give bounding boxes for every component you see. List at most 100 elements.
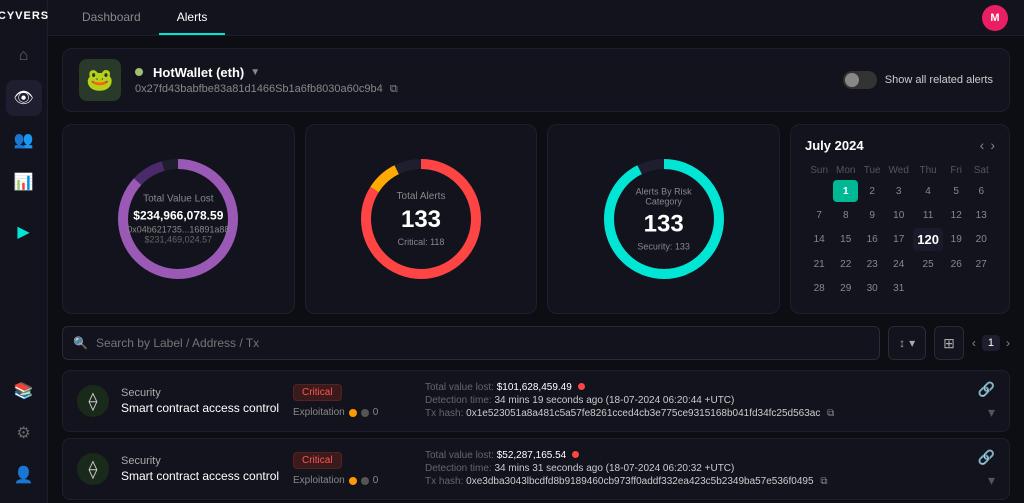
wallet-info: HotWallet (eth) ▼ 0x27fd43babfbe83a81d14… — [135, 65, 398, 96]
cal-cell: 29 — [833, 277, 858, 299]
cal-day-fri: Fri — [945, 163, 968, 178]
brand-logo: CYVERS — [0, 10, 49, 22]
grid-icon: ⊞ — [943, 335, 955, 352]
cal-day-sat: Sat — [969, 163, 993, 178]
cal-cell[interactable]: 120 — [913, 228, 943, 251]
exploit-label-2: Exploitation — [293, 475, 345, 486]
alert-actions-2: 🔗 ▾ — [978, 449, 995, 489]
cal-cell — [913, 277, 943, 299]
chain-dot — [135, 68, 143, 76]
alert-details-2: Total value lost: $52,287,165.54 Detecti… — [425, 450, 966, 489]
tab-alerts[interactable]: Alerts — [159, 0, 226, 35]
cal-cell: 30 — [860, 277, 884, 299]
calendar-next[interactable]: › — [990, 137, 995, 153]
external-link-icon-2[interactable]: 🔗 — [978, 449, 995, 466]
cal-day-sun: Sun — [807, 163, 831, 178]
user-avatar[interactable]: M — [982, 5, 1008, 31]
pagination-prev[interactable]: ‹ — [972, 336, 976, 350]
calendar-prev[interactable]: ‹ — [980, 137, 985, 153]
sidebar-user[interactable]: 👤 — [6, 457, 42, 493]
total-alerts-donut: Total Alerts 133 Critical: 118 — [356, 154, 486, 284]
total-value-donut: Total Value Lost $234,966,078.59 0x04b62… — [113, 154, 243, 284]
cal-cell: 13 — [969, 204, 993, 226]
tab-dashboard[interactable]: Dashboard — [64, 0, 159, 35]
dot-count-2: 0 — [373, 475, 379, 486]
external-link-icon-1[interactable]: 🔗 — [978, 381, 995, 398]
total-alerts-card: Total Alerts 133 Critical: 118 — [305, 124, 538, 314]
alert-severity-1: Critical Exploitation 0 — [293, 384, 413, 418]
pagination-next[interactable]: › — [1006, 336, 1010, 350]
show-alerts-label: Show all related alerts — [885, 74, 993, 86]
chevron-down-icon[interactable]: ▼ — [250, 67, 260, 78]
cal-cell: 19 — [945, 228, 968, 251]
alert-row-2: ⟠ Security Smart contract access control… — [62, 438, 1010, 500]
total-value-center: Total Value Lost $234,966,078.59 0x04b62… — [127, 193, 229, 244]
cal-cell: 7 — [807, 204, 831, 226]
alerts-risk-label: Alerts By Risk Category — [631, 187, 696, 207]
wallet-left: 🐸 HotWallet (eth) ▼ 0x27fd43babfbe83a81d… — [79, 59, 398, 101]
sidebar-book[interactable]: 📚 — [6, 373, 42, 409]
alert-main-2: Security Smart contract access control — [121, 455, 281, 483]
search-input[interactable] — [96, 336, 869, 350]
alert-detection-2: 34 mins 31 seconds ago (18-07-2024 06:20… — [494, 463, 734, 474]
sidebar: CYVERS ⌂ 👁 👥 📊 ▶ 📚 ⚙ 👤 — [0, 0, 48, 503]
detail-detection-row-1: Detection time: 34 mins 19 seconds ago (… — [425, 395, 966, 406]
alert-type-1: Smart contract access control — [121, 401, 281, 415]
grid-view-button[interactable]: ⊞ — [934, 326, 964, 360]
show-alerts-toggle[interactable] — [843, 71, 877, 89]
cal-cell: 10 — [886, 204, 911, 226]
alert-amount-1: $101,628,459.49 — [497, 382, 585, 393]
copy-tx-icon-2[interactable]: ⧉ — [820, 476, 827, 487]
cal-cell: 11 — [913, 204, 943, 226]
dot-2 — [361, 409, 369, 417]
total-alerts-label: Total Alerts — [397, 191, 446, 202]
filter-label: ▾ — [909, 336, 915, 350]
cal-cell: 27 — [969, 253, 993, 275]
alerts-risk-donut: Alerts By Risk Category 133 Security: 13… — [599, 154, 729, 284]
cal-day-wed: Wed — [886, 163, 911, 178]
detail-value-row-2: Total value lost: $52,287,165.54 — [425, 450, 966, 461]
toggle-knob — [845, 73, 859, 87]
search-icon: 🔍 — [73, 336, 88, 350]
cal-cell[interactable]: 1 — [833, 180, 858, 202]
topbar-right: M — [982, 5, 1008, 31]
alert-amount-2: $52,287,165.54 — [497, 450, 579, 461]
alert-type-2: Smart contract access control — [121, 469, 281, 483]
copy-icon[interactable]: ⧉ — [390, 83, 398, 95]
main-content: Dashboard Alerts M 🐸 HotWallet (eth) ▼ — [48, 0, 1024, 503]
expand-icon-1[interactable]: ▾ — [988, 404, 995, 421]
wallet-address: 0x27fd43babfbe83a81d1466Sb1a6fb8030a60c9… — [135, 83, 398, 96]
sidebar-eye[interactable]: 👁 — [6, 80, 42, 116]
pagination: ‹ 1 › — [972, 335, 1010, 351]
total-alerts-value: 133 — [397, 206, 446, 235]
alerts-risk-center: Alerts By Risk Category 133 Security: 13… — [631, 187, 696, 252]
sidebar-users[interactable]: 👥 — [6, 122, 42, 158]
wallet-name-label: HotWallet (eth) — [153, 65, 244, 80]
alert-eth-icon: ⟠ — [77, 385, 109, 417]
alerts-risk-card: Alerts By Risk Category 133 Security: 13… — [547, 124, 780, 314]
alert-row: ⟠ Security Smart contract access control… — [62, 370, 1010, 432]
expand-icon-2[interactable]: ▾ — [988, 472, 995, 489]
dot-count-1: 0 — [373, 407, 379, 418]
total-value-sub1: 0x04b621735...16891a88 — [127, 225, 229, 235]
alerts-risk-sub: Security: 133 — [631, 241, 696, 251]
detail-detection-row-2: Detection time: 34 mins 31 seconds ago (… — [425, 463, 966, 474]
alert-details-1: Total value lost: $101,628,459.49 Detect… — [425, 382, 966, 421]
exploit-dots-1: Exploitation 0 — [293, 407, 413, 418]
page-number[interactable]: 1 — [982, 335, 1000, 351]
filter-button[interactable]: ↕ ▾ — [888, 326, 926, 360]
total-value-amount: $234,966,078.59 — [127, 208, 229, 222]
sidebar-settings[interactable]: ⚙ — [6, 415, 42, 451]
alerts-risk-value: 133 — [631, 211, 696, 240]
cal-cell: 12 — [945, 204, 968, 226]
alert-category-2: Security — [121, 455, 281, 467]
copy-tx-icon-1[interactable]: ⧉ — [827, 408, 834, 419]
sidebar-play[interactable]: ▶ — [6, 214, 42, 250]
calendar-card: July 2024 ‹ › Sun Mon Tue Wed Thu — [790, 124, 1010, 314]
severity-badge-2: Critical — [293, 452, 342, 469]
exploit-label-1: Exploitation — [293, 407, 345, 418]
detail-tx-row-1: Tx hash: 0x1e523051a8a481c5a57fe8261cced… — [425, 408, 966, 419]
sidebar-home[interactable]: ⌂ — [6, 38, 42, 74]
sidebar-chart[interactable]: 📊 — [6, 164, 42, 200]
cal-cell: 22 — [833, 253, 858, 275]
